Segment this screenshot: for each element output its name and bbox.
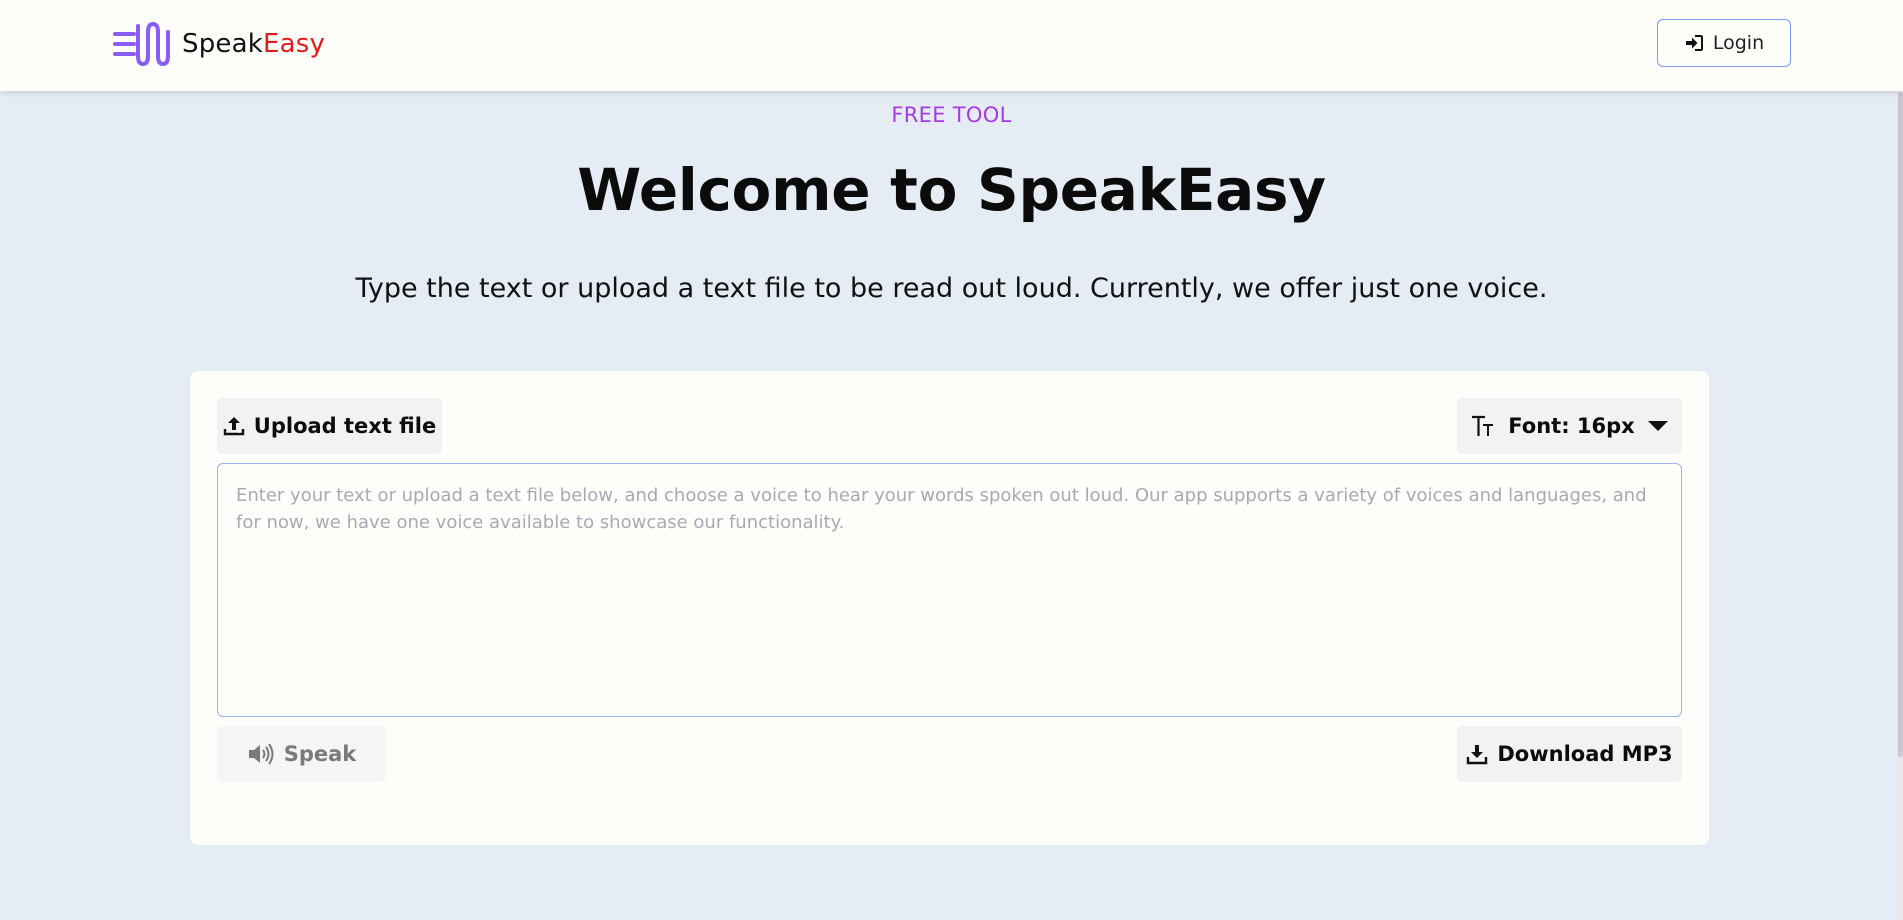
text-height-icon xyxy=(1472,415,1494,436)
upload-label: Upload text file xyxy=(253,414,437,438)
login-button[interactable]: Login xyxy=(1657,19,1791,67)
download-label: Download MP3 xyxy=(1497,742,1673,766)
upload-icon xyxy=(223,417,244,436)
sign-in-icon xyxy=(1685,35,1703,51)
page-title: Welcome to SpeakEasy xyxy=(577,156,1326,224)
login-label: Login xyxy=(1712,32,1765,54)
tts-editor-card: Upload text file Font: 16px Speak Downlo… xyxy=(190,371,1709,845)
caret-down-icon xyxy=(1647,421,1668,431)
brand-name: SpeakEasy xyxy=(182,29,325,59)
free-tool-tag: FREE TOOL xyxy=(891,103,1012,127)
top-navbar: SpeakEasy Login xyxy=(0,0,1903,91)
download-mp3-button[interactable]: Download MP3 xyxy=(1457,726,1682,782)
page-scrollbar-thumb[interactable] xyxy=(1898,92,1903,757)
font-size-dropdown[interactable]: Font: 16px xyxy=(1457,398,1682,454)
text-input-area[interactable] xyxy=(217,463,1682,717)
upload-text-file-button[interactable]: Upload text file xyxy=(217,398,442,454)
page-subtitle: Type the text or upload a text file to b… xyxy=(355,273,1548,304)
font-size-label: Font: 16px xyxy=(1508,414,1635,438)
brand-logo-link[interactable]: SpeakEasy xyxy=(112,20,325,68)
volume-icon xyxy=(248,743,274,765)
speak-button[interactable]: Speak xyxy=(217,726,386,782)
brand-name-easy: Easy xyxy=(263,29,326,59)
speak-label: Speak xyxy=(283,742,357,766)
download-icon xyxy=(1467,745,1488,765)
brand-name-speak: Speak xyxy=(182,29,263,59)
sound-wave-logo-icon xyxy=(113,21,170,67)
